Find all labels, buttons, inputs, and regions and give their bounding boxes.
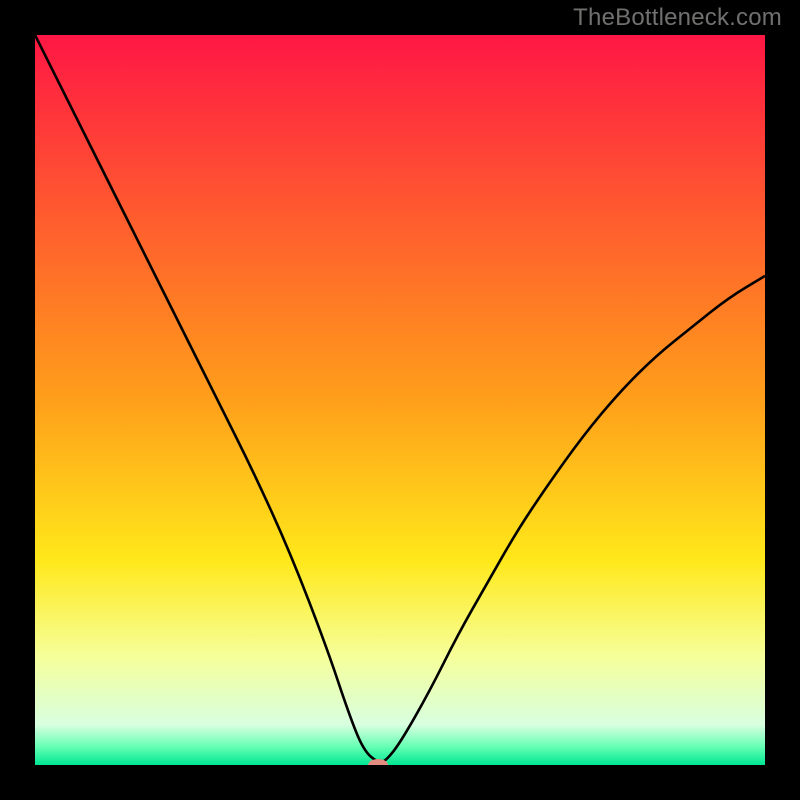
chart-svg — [35, 35, 765, 765]
chart-frame: TheBottleneck.com — [0, 0, 800, 800]
plot-area — [35, 35, 765, 765]
gradient-background — [35, 35, 765, 765]
watermark-text: TheBottleneck.com — [573, 4, 782, 32]
